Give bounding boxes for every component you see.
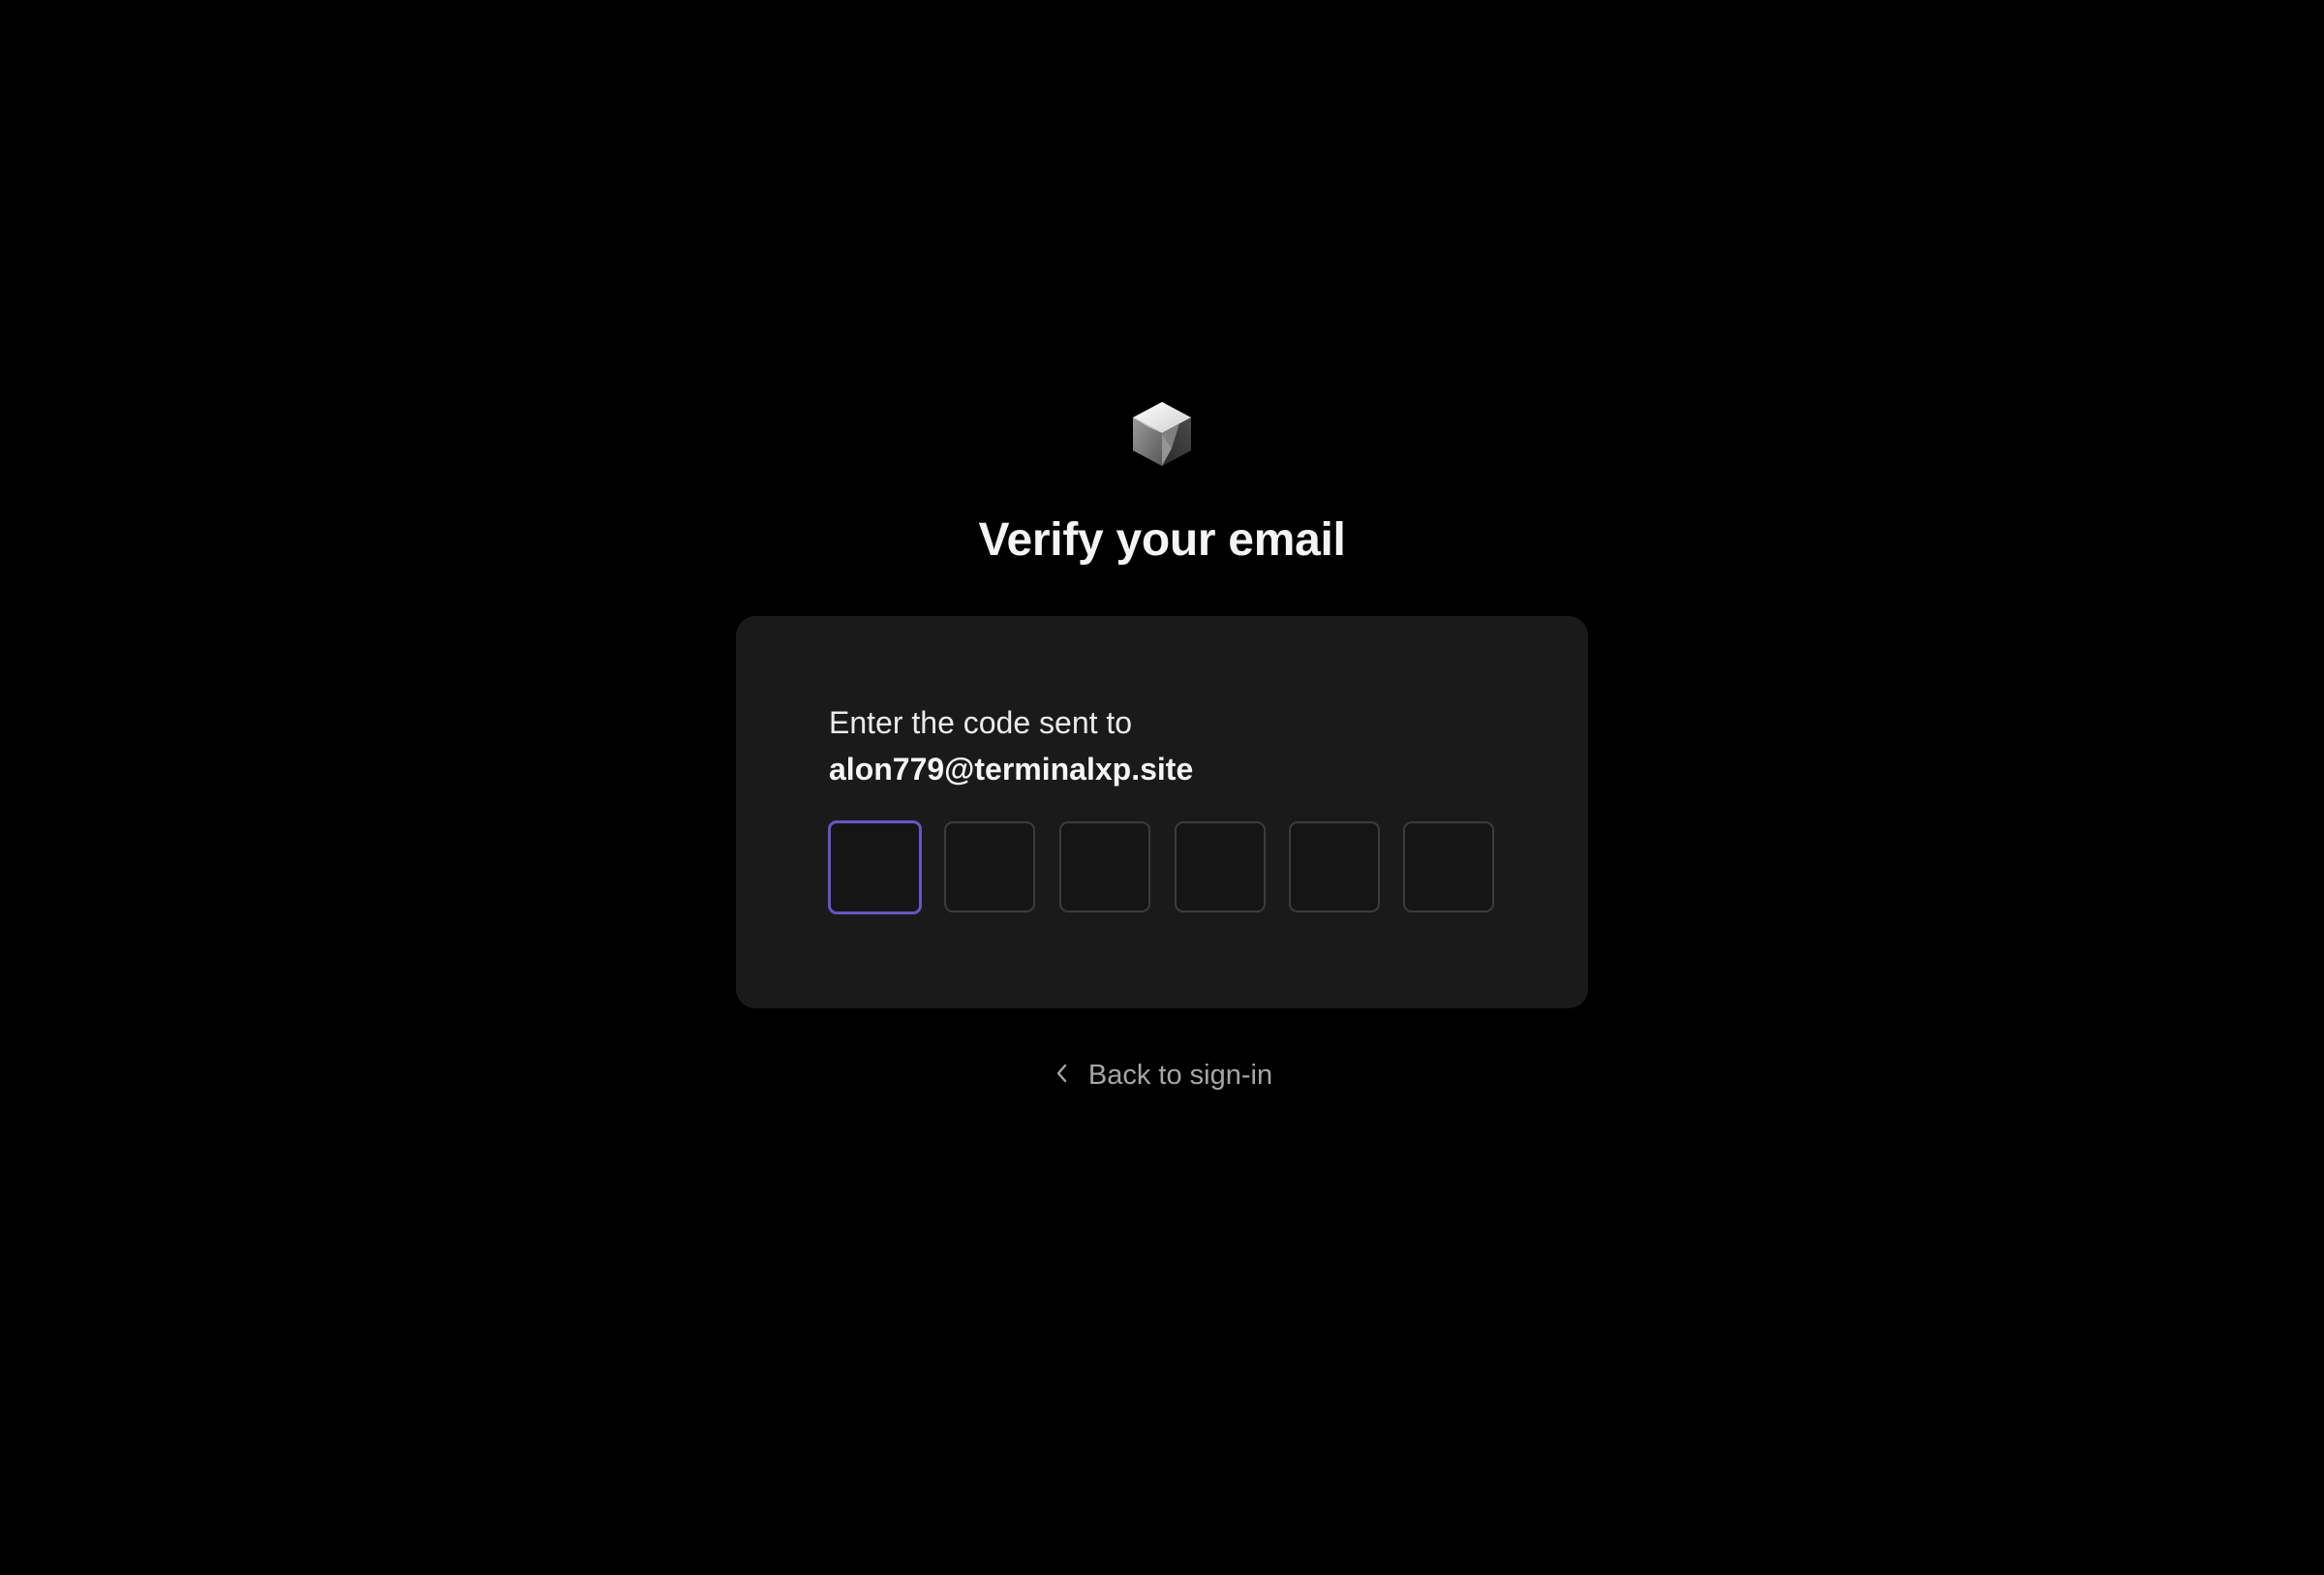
page-title: Verify your email	[978, 514, 1346, 566]
code-digit-2[interactable]	[944, 821, 1035, 912]
code-digit-3[interactable]	[1059, 821, 1150, 912]
code-prompt: Enter the code sent to alon779@terminalx…	[829, 699, 1193, 792]
verification-card: Enter the code sent to alon779@terminalx…	[736, 616, 1588, 1008]
back-to-sign-in-link[interactable]: Back to sign-in	[0, 1056, 2324, 1095]
back-link-label: Back to sign-in	[1087, 1060, 1273, 1091]
chevron-left-icon	[1052, 1063, 1073, 1084]
cube-logo-icon	[1129, 400, 1195, 468]
code-digit-6[interactable]	[1403, 821, 1494, 912]
code-digit-4[interactable]	[1175, 821, 1266, 912]
verify-email-page: Verify your email Enter the code sent to…	[0, 0, 2324, 1575]
prompt-text: Enter the code sent to	[829, 705, 1133, 740]
code-digit-5[interactable]	[1289, 821, 1380, 912]
code-digit-1[interactable]	[828, 820, 922, 914]
recipient-email: alon779@terminalxp.site	[829, 752, 1194, 787]
